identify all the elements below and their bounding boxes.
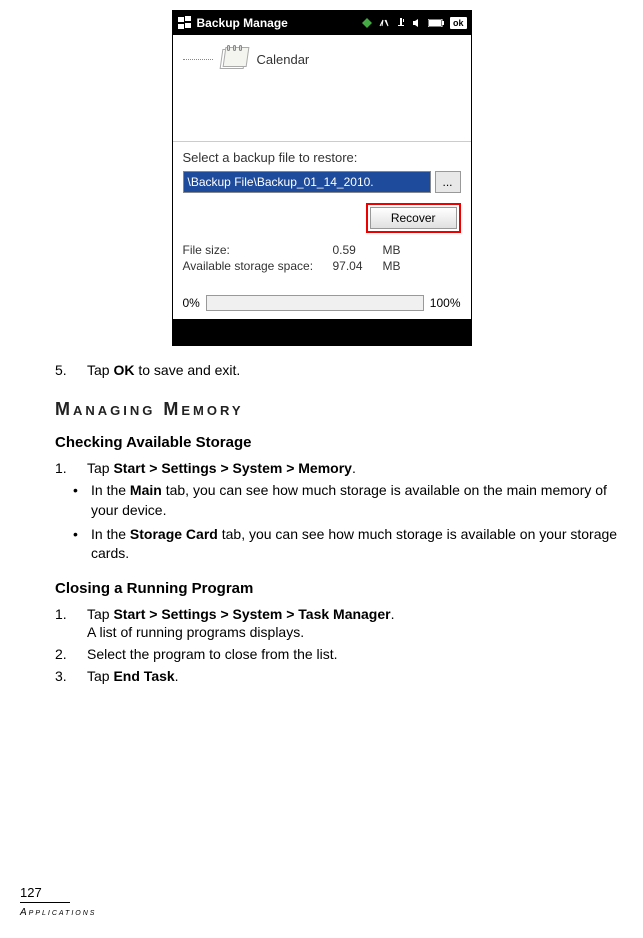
- checking-steps: 1. Tap Start > Settings > System > Memor…: [55, 459, 623, 477]
- path-row: \Backup File\Backup_01_14_2010. ...: [183, 171, 461, 193]
- step-text: Tap End Task.: [87, 667, 623, 685]
- footer-section-label: Applications: [20, 907, 96, 918]
- progress-start: 0%: [183, 296, 200, 310]
- page-number: 127: [20, 885, 96, 900]
- stats-table: File size: 0.59 MB Available storage spa…: [183, 243, 461, 273]
- sync-icon: [362, 18, 372, 28]
- closing-steps: 1. Tap Start > Settings > System > Task …: [55, 605, 623, 686]
- step-subtext: A list of running programs displays.: [87, 623, 623, 641]
- ok-button[interactable]: ok: [450, 17, 467, 29]
- bullet-text: In the Storage Card tab, you can see how…: [91, 525, 623, 564]
- calendar-item: Calendar: [173, 35, 471, 141]
- restore-section: Select a backup file to restore: \Backup…: [173, 142, 471, 283]
- device-screenshot: Backup Manage: [172, 10, 472, 346]
- step-text: Select the program to close from the lis…: [87, 645, 623, 663]
- filesize-row: File size: 0.59 MB: [183, 243, 461, 257]
- bullet-marker: •: [73, 525, 91, 564]
- step-list-5: 5. Tap OK to save and exit.: [55, 361, 623, 379]
- check-step-1: 1. Tap Start > Settings > System > Memor…: [55, 459, 623, 477]
- filesize-unit: MB: [383, 243, 413, 257]
- bottombar: [173, 319, 471, 345]
- document-body: 5. Tap OK to save and exit. Managing Mem…: [0, 361, 643, 686]
- step-number: 1.: [55, 605, 87, 641]
- step-text: Tap Start > Settings > System > Task Man…: [87, 605, 623, 641]
- step-number: 1.: [55, 459, 87, 477]
- calendar-icon: [221, 47, 249, 71]
- battery-icon: [428, 19, 444, 27]
- storage-value: 97.04: [333, 259, 383, 273]
- browse-button[interactable]: ...: [435, 171, 461, 193]
- tree-line: [183, 59, 213, 60]
- bullet-list: • In the Main tab, you can see how much …: [55, 481, 623, 563]
- titlebar: Backup Manage: [173, 11, 471, 35]
- page-footer: 127 Applications: [20, 885, 96, 918]
- close-step-3: 3. Tap End Task.: [55, 667, 623, 685]
- storage-unit: MB: [383, 259, 413, 273]
- bullet-storage-card-tab: • In the Storage Card tab, you can see h…: [73, 525, 623, 564]
- restore-prompt: Select a backup file to restore:: [183, 150, 461, 165]
- progress-bar: [206, 295, 424, 311]
- step-text: Tap OK to save and exit.: [87, 361, 623, 379]
- filesize-value: 0.59: [333, 243, 383, 257]
- bullet-marker: •: [73, 481, 91, 520]
- footer-rule: [20, 902, 70, 903]
- progress-end: 100%: [430, 296, 461, 310]
- page: Backup Manage: [0, 0, 643, 686]
- step-number: 2.: [55, 645, 87, 663]
- signal-icon: [396, 18, 406, 28]
- subheading-closing-program: Closing a Running Program: [55, 580, 623, 597]
- step-text: Tap Start > Settings > System > Memory.: [87, 459, 623, 477]
- step-number: 5.: [55, 361, 87, 379]
- heading-managing-memory: Managing Memory: [55, 399, 623, 420]
- bullet-main-tab: • In the Main tab, you can see how much …: [73, 481, 623, 520]
- bullet-text: In the Main tab, you can see how much st…: [91, 481, 623, 520]
- backup-path-input[interactable]: \Backup File\Backup_01_14_2010.: [183, 171, 431, 193]
- recover-highlight: Recover: [366, 203, 461, 233]
- titlebar-title: Backup Manage: [197, 16, 288, 30]
- close-step-1: 1. Tap Start > Settings > System > Task …: [55, 605, 623, 641]
- calendar-label: Calendar: [257, 52, 310, 67]
- connection-icon: [378, 18, 390, 28]
- close-step-2: 2. Select the program to close from the …: [55, 645, 623, 663]
- filesize-label: File size:: [183, 243, 333, 257]
- status-icons: ok: [362, 17, 467, 29]
- storage-row: Available storage space: 97.04 MB: [183, 259, 461, 273]
- recover-row: Recover: [183, 203, 461, 233]
- storage-label: Available storage space:: [183, 259, 333, 273]
- subheading-checking-storage: Checking Available Storage: [55, 434, 623, 451]
- step-number: 3.: [55, 667, 87, 685]
- progress-section: 0% 100%: [173, 283, 471, 319]
- recover-button[interactable]: Recover: [370, 207, 457, 229]
- screenshot-figure: Backup Manage: [172, 10, 472, 346]
- windows-flag-icon: [177, 15, 193, 31]
- speaker-icon: [412, 18, 422, 28]
- step-5: 5. Tap OK to save and exit.: [55, 361, 623, 379]
- content-area: Calendar Select a backup file to restore…: [173, 35, 471, 319]
